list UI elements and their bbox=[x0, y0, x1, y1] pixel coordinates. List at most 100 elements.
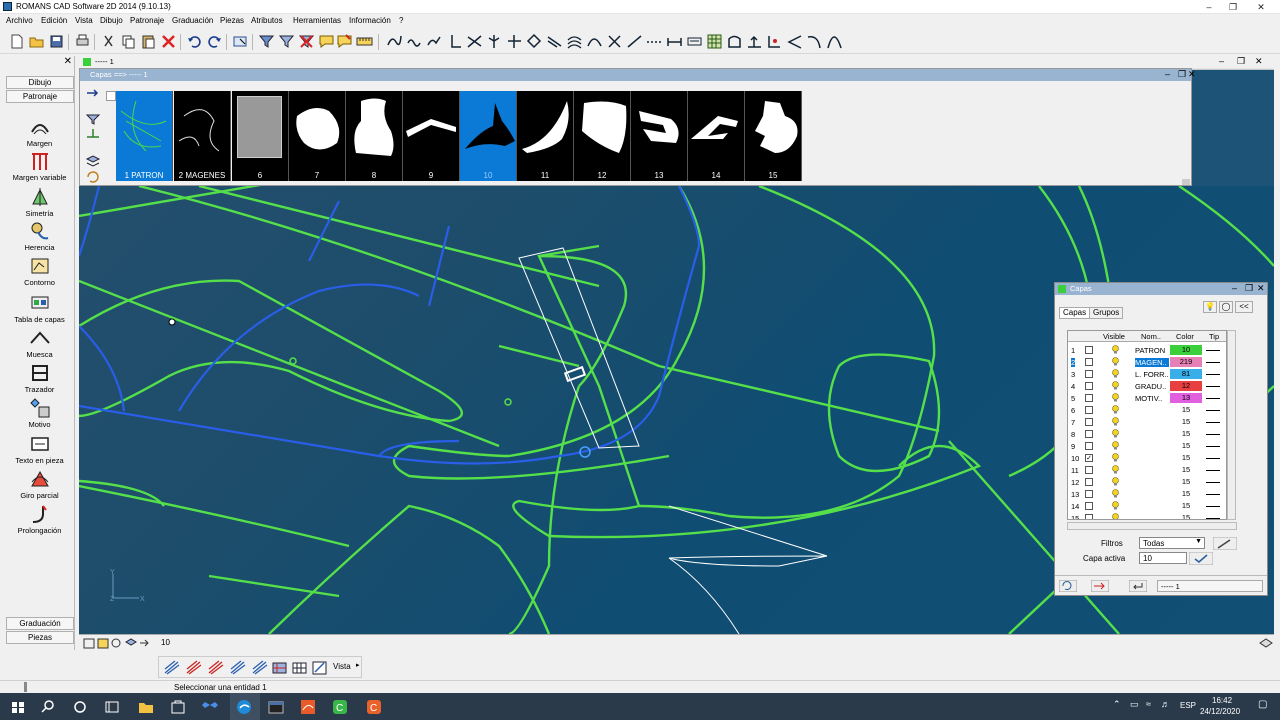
layer-checkbox[interactable]: ✓ bbox=[1085, 454, 1093, 462]
length-icon[interactable] bbox=[686, 33, 703, 50]
layer-row[interactable]: 11 15 bbox=[1068, 464, 1226, 476]
layer-line-type[interactable] bbox=[1206, 362, 1220, 363]
open-folder-icon[interactable] bbox=[28, 33, 45, 50]
layer-row[interactable]: 14 15 bbox=[1068, 500, 1226, 512]
layer-checkbox[interactable] bbox=[1085, 490, 1093, 498]
bulb-icon[interactable] bbox=[1112, 501, 1119, 510]
collapse-icon[interactable]: << bbox=[1235, 301, 1253, 313]
capas-close-button[interactable]: ✕ bbox=[1257, 283, 1265, 294]
tray-wifi-icon[interactable]: ≈ bbox=[1146, 699, 1151, 709]
rotate-icon[interactable] bbox=[526, 33, 543, 50]
layer-thumb-1[interactable]: 1 PATRON bbox=[116, 91, 173, 181]
tray-time[interactable]: 16:42 bbox=[1212, 696, 1232, 705]
bulb-icon[interactable] bbox=[1112, 489, 1119, 498]
layer-thumb-9[interactable]: 9 bbox=[403, 91, 460, 181]
bulb-icon[interactable] bbox=[1112, 345, 1119, 354]
doc-close-button[interactable]: ✕ bbox=[1255, 56, 1263, 67]
layer-line-type[interactable] bbox=[1206, 470, 1220, 471]
layer-checkbox[interactable] bbox=[1085, 394, 1093, 402]
layer-row[interactable]: 2 MAGEN.. 219 bbox=[1068, 356, 1226, 368]
green-point[interactable] bbox=[289, 357, 297, 365]
tab-piezas[interactable]: Piezas bbox=[6, 631, 74, 644]
layer-color-swatch[interactable]: 219 bbox=[1170, 357, 1202, 367]
grading-icon-3[interactable] bbox=[207, 660, 225, 676]
bulb-off-icon[interactable]: ◯ bbox=[1219, 301, 1233, 313]
strip-minimize-button[interactable]: – bbox=[1165, 69, 1170, 79]
layer-checkbox[interactable] bbox=[1085, 358, 1093, 366]
layers-hscrollbar[interactable] bbox=[1067, 522, 1237, 530]
file-explorer-icon[interactable] bbox=[136, 697, 156, 717]
cut-icon[interactable] bbox=[100, 33, 117, 50]
zoom-window-icon[interactable] bbox=[97, 638, 109, 649]
grading-icon-5[interactable] bbox=[251, 660, 269, 676]
app-window-icon[interactable] bbox=[266, 697, 286, 717]
layer-line-type[interactable] bbox=[1206, 350, 1220, 351]
bulb-icon[interactable] bbox=[1112, 477, 1119, 486]
dashed-line-icon[interactable] bbox=[646, 33, 663, 50]
layer-checkbox[interactable] bbox=[1085, 466, 1093, 474]
redo-icon[interactable] bbox=[206, 33, 223, 50]
menu-archivo[interactable]: Archivo bbox=[6, 16, 33, 25]
filter-select[interactable]: Todas ▼ bbox=[1139, 537, 1205, 549]
layer-color-swatch[interactable]: 15 bbox=[1170, 513, 1202, 519]
bulb-icon[interactable] bbox=[1112, 453, 1119, 462]
strip-close-button[interactable]: ✕ bbox=[1188, 69, 1196, 80]
layer-line-type[interactable] bbox=[1206, 518, 1220, 519]
tray-chevron-icon[interactable]: ⌃ bbox=[1113, 699, 1121, 710]
menu-informacion[interactable]: Información bbox=[349, 16, 391, 25]
strip-level-icon[interactable] bbox=[85, 127, 101, 139]
grading-icon-2[interactable] bbox=[185, 660, 203, 676]
tray-language[interactable]: ESP bbox=[1180, 701, 1196, 710]
intersect-icon[interactable] bbox=[466, 33, 483, 50]
notification-icon[interactable]: ▢ bbox=[1258, 699, 1267, 710]
layer-color-swatch[interactable]: 15 bbox=[1170, 441, 1202, 451]
grading-icon-4[interactable] bbox=[229, 660, 247, 676]
hook-icon[interactable] bbox=[806, 33, 823, 50]
layer-line-type[interactable] bbox=[1206, 494, 1220, 495]
layer-line-type[interactable] bbox=[1206, 422, 1220, 423]
layer-row[interactable]: 3 L. FORR.. 81 bbox=[1068, 368, 1226, 380]
layer-color-swatch[interactable]: 15 bbox=[1170, 429, 1202, 439]
layer-color-swatch[interactable]: 10 bbox=[1170, 345, 1202, 355]
comment-icon[interactable] bbox=[318, 33, 335, 50]
layer-checkbox[interactable] bbox=[1085, 370, 1093, 378]
tray-volume-icon[interactable]: ♬ bbox=[1161, 699, 1170, 709]
layer-row[interactable]: 13 15 bbox=[1068, 488, 1226, 500]
bulb-icon[interactable] bbox=[1112, 429, 1119, 438]
layer-checkbox[interactable] bbox=[1085, 478, 1093, 486]
tool-margen-variable[interactable]: Margen variable bbox=[4, 150, 75, 182]
layer-checkbox[interactable] bbox=[1085, 430, 1093, 438]
goto-arrow-icon[interactable] bbox=[1091, 580, 1109, 592]
layer-color-swatch[interactable]: 13 bbox=[1170, 393, 1202, 403]
tab-capas[interactable]: Capas bbox=[1059, 307, 1091, 319]
layer-color-swatch[interactable]: 15 bbox=[1170, 453, 1202, 463]
undo-icon[interactable] bbox=[186, 33, 203, 50]
layer-toggle-icon[interactable] bbox=[1259, 637, 1273, 650]
strip-refresh-icon[interactable] bbox=[85, 171, 101, 183]
layer-line-type[interactable] bbox=[1206, 506, 1220, 507]
romans-cad-icon[interactable] bbox=[298, 697, 318, 717]
note-icon[interactable] bbox=[336, 33, 353, 50]
edge-browser-icon[interactable] bbox=[234, 697, 254, 717]
tool-prolongacion[interactable]: Prolongación bbox=[4, 503, 75, 535]
edit-grade-icon[interactable] bbox=[311, 660, 329, 676]
tray-network-icon[interactable]: ▭ bbox=[1130, 699, 1139, 710]
layer-checkbox[interactable] bbox=[1085, 346, 1093, 354]
line-icon[interactable] bbox=[626, 33, 643, 50]
menu-patronaje[interactable]: Patronaje bbox=[130, 16, 164, 25]
checkmark-icon[interactable] bbox=[1189, 552, 1213, 565]
camtasia-icon[interactable]: C bbox=[330, 697, 350, 717]
layer-color-swatch[interactable]: 81 bbox=[1170, 369, 1202, 379]
layer-color-swatch[interactable]: 15 bbox=[1170, 477, 1202, 487]
layer-thumb-8[interactable]: 8 bbox=[346, 91, 403, 181]
corner-icon[interactable] bbox=[766, 33, 783, 50]
bell-curve-icon[interactable] bbox=[826, 33, 843, 50]
grading-icon-1[interactable] bbox=[163, 660, 181, 676]
tool-muesca[interactable]: Muesca bbox=[4, 327, 75, 359]
bulb-icon[interactable] bbox=[1112, 393, 1119, 402]
notch-icon[interactable] bbox=[746, 33, 763, 50]
layer-row[interactable]: 9 15 bbox=[1068, 440, 1226, 452]
layer-checkbox[interactable] bbox=[1085, 406, 1093, 414]
layer-thumb-7[interactable]: 7 bbox=[289, 91, 346, 181]
minimize-button[interactable]: – bbox=[1198, 0, 1220, 14]
